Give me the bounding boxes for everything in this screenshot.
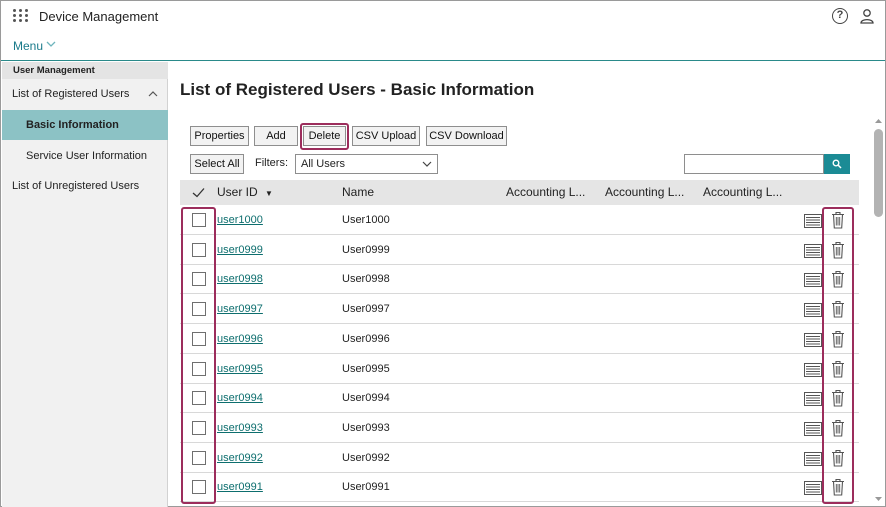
column-header-accounting-2[interactable]: Accounting L... [605, 185, 684, 199]
details-icon[interactable] [804, 214, 822, 228]
table-row[interactable]: user0995 User0995 [180, 355, 859, 384]
chevron-down-icon[interactable] [46, 39, 56, 49]
user-name: User1000 [342, 214, 390, 226]
app-title: Device Management [39, 9, 159, 24]
chevron-up-icon[interactable] [148, 90, 158, 98]
search-input[interactable] [684, 154, 824, 174]
user-id-link[interactable]: user0999 [217, 244, 263, 256]
user-name: User0999 [342, 243, 390, 256]
filter-select[interactable]: All Users [295, 154, 438, 174]
user-name: User0992 [342, 451, 390, 464]
table-row[interactable]: user1000 User1000 [180, 206, 859, 235]
details-icon[interactable] [804, 243, 822, 258]
table-header: User ID ▼ Name Accounting L... Accountin… [180, 180, 859, 205]
sidebar-item-unregistered-users[interactable]: List of Unregistered Users [2, 171, 168, 201]
sidebar-item-registered-users[interactable]: List of Registered Users [2, 79, 168, 110]
chevron-down-icon [422, 161, 432, 167]
page-title: List of Registered Users - Basic Informa… [180, 80, 535, 99]
scroll-up-arrow-icon[interactable] [874, 117, 883, 125]
apps-grid-icon[interactable] [13, 9, 29, 23]
details-icon[interactable] [804, 273, 822, 288]
select-all-button[interactable]: Select All [190, 154, 244, 174]
user-name: User0991 [342, 481, 390, 494]
column-header-accounting-3[interactable]: Accounting L... [703, 185, 782, 199]
menu-bar: Menu [1, 31, 885, 61]
user-id-link[interactable]: user0991 [217, 481, 263, 493]
table-row[interactable]: user0997 User0997 [180, 295, 859, 325]
help-icon[interactable]: ? [832, 8, 848, 24]
details-icon[interactable] [804, 392, 822, 407]
details-icon[interactable] [804, 303, 822, 318]
scroll-down-arrow-icon[interactable] [874, 495, 883, 503]
sidebar: User Management List of Registered Users… [2, 62, 168, 507]
sidebar-item-label: Basic Information [26, 119, 119, 131]
delete-column-highlight [822, 207, 854, 504]
sidebar-item-label: Service User Information [26, 150, 148, 162]
search-icon [832, 159, 842, 169]
csv-upload-button[interactable]: CSV Upload [352, 126, 420, 146]
user-icon[interactable] [859, 8, 875, 24]
sidebar-item-service-user-information[interactable]: Service User Information [2, 141, 168, 171]
sidebar-item-basic-information[interactable]: Basic Information [2, 110, 168, 140]
user-id-link[interactable]: user1000 [217, 214, 263, 226]
table-row[interactable]: user0998 User0998 [180, 265, 859, 295]
table-row[interactable]: user0994 User0994 [180, 384, 859, 414]
filter-select-value: All Users [301, 158, 346, 170]
checkbox-column-highlight [181, 207, 216, 504]
table-row[interactable]: user0991 User0991 [180, 473, 859, 503]
top-bar: Device Management ? [1, 1, 885, 31]
user-name: User0993 [342, 421, 390, 434]
check-all-icon[interactable] [192, 187, 205, 198]
properties-button[interactable]: Properties [190, 126, 249, 146]
user-name: User0996 [342, 332, 390, 345]
scrollbar-thumb[interactable] [874, 129, 883, 217]
user-name: User0998 [342, 273, 390, 286]
menu-button[interactable]: Menu [13, 39, 43, 53]
sidebar-item-label: List of Unregistered Users [12, 180, 140, 192]
user-name: User0994 [342, 392, 390, 405]
table-row[interactable]: user0996 User0996 [180, 325, 859, 354]
user-id-link[interactable]: user0995 [217, 363, 263, 375]
column-header-user-id[interactable]: User ID ▼ [217, 185, 273, 199]
sidebar-group-label: User Management [2, 62, 168, 79]
user-id-link[interactable]: user0994 [217, 392, 263, 404]
user-name: User0995 [342, 362, 390, 375]
details-icon[interactable] [804, 421, 822, 436]
details-icon[interactable] [804, 451, 822, 466]
user-name: User0997 [342, 303, 390, 316]
user-id-link[interactable]: user0993 [217, 422, 263, 434]
user-id-link[interactable]: user0996 [217, 333, 263, 345]
table-row[interactable]: user0993 User0993 [180, 414, 859, 443]
table-row[interactable]: user0992 User0992 [180, 444, 859, 473]
details-icon[interactable] [804, 332, 822, 347]
delete-button[interactable]: Delete [303, 126, 346, 146]
search-button[interactable] [824, 154, 850, 174]
csv-download-button[interactable]: CSV Download [426, 126, 507, 146]
sidebar-item-label: List of Registered Users [12, 88, 130, 100]
column-header-accounting-1[interactable]: Accounting L... [506, 185, 585, 199]
user-id-link[interactable]: user0992 [217, 452, 263, 464]
table-row[interactable]: user0999 User0999 [180, 236, 859, 265]
sort-descending-icon: ▼ [265, 189, 273, 198]
details-icon[interactable] [804, 362, 822, 377]
details-icon[interactable] [804, 481, 822, 496]
app-window: Device Management ? Menu User Management… [0, 0, 886, 507]
add-button[interactable]: Add [254, 126, 298, 146]
filters-label: Filters: [255, 157, 288, 169]
column-header-name[interactable]: Name [342, 185, 374, 199]
user-id-link[interactable]: user0998 [217, 273, 263, 285]
user-id-link[interactable]: user0997 [217, 303, 263, 315]
